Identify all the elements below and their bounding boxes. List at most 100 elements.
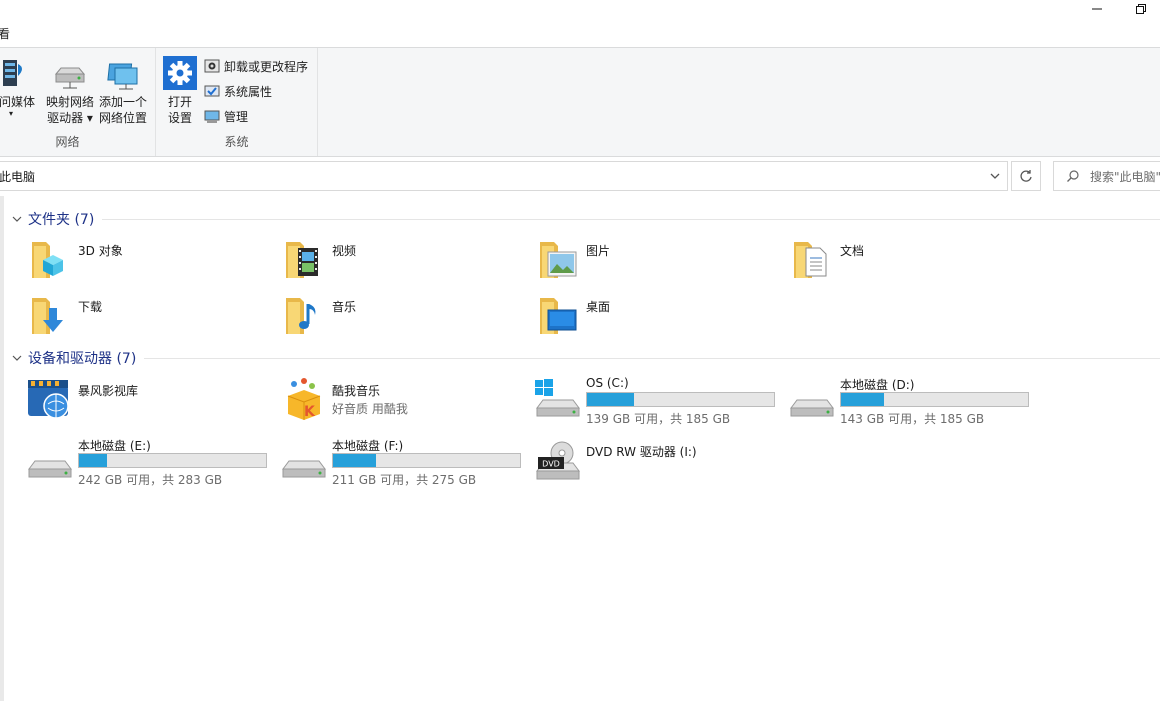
search-input[interactable]: 搜索"此电脑" (1053, 161, 1160, 191)
chevron-down-icon (12, 216, 22, 222)
hard-drive-icon (28, 460, 72, 478)
map-drive-label-1: 映射网络 (45, 95, 94, 109)
device-item-baofeng-library[interactable]: 暴风影视库 (26, 376, 276, 428)
device-item-kuwo-music[interactable]: K 酷我音乐 好音质 用酷我 (280, 376, 530, 428)
app-name: 酷我音乐 (332, 384, 381, 398)
3d-objects-folder-icon (32, 242, 63, 278)
chevron-down-icon (12, 355, 22, 361)
section-divider (144, 357, 1160, 359)
drive-item-f[interactable]: 本地磁盘 (F:) 211 GB 可用，共 275 GB (280, 437, 530, 489)
manage-label: 管理 (224, 109, 249, 124)
folder-name: 3D 对象 (78, 244, 123, 258)
manage-button[interactable]: 管理 (204, 106, 248, 126)
drive-usage-bar (332, 453, 521, 468)
dropdown-arrow-icon: ▾ (8, 109, 13, 118)
folder-item-downloads[interactable]: 下载 (26, 292, 276, 344)
drive-free-space: 143 GB 可用，共 185 GB (840, 412, 985, 426)
address-bar-row: 此电脑 搜索"此电脑" (0, 157, 1160, 196)
address-path: 此电脑 (0, 169, 36, 184)
section-header-devices[interactable]: 设备和驱动器 (7) (10, 348, 1160, 368)
ribbon-tab-view[interactable]: 看 (0, 25, 10, 42)
access-media-label: 访问媒体 (0, 95, 35, 109)
drive-item-dvd[interactable]: DVD DVD RW 驱动器 (I:) (534, 437, 784, 489)
music-folder-icon (286, 298, 316, 334)
navigation-pane-edge (0, 196, 4, 701)
ribbon: 访问媒体 ▾ 映射网络 驱动器 ▾ (0, 47, 1160, 157)
chevron-down-icon[interactable] (987, 168, 1003, 184)
drive-name: DVD RW 驱动器 (I:) (586, 445, 697, 459)
folder-item-videos[interactable]: 视频 (280, 236, 530, 288)
svg-text:DVD: DVD (542, 460, 560, 469)
restore-icon (1136, 4, 1146, 14)
refresh-button[interactable] (1011, 161, 1041, 191)
ribbon-group-network: 访问媒体 ▾ 映射网络 驱动器 ▾ (0, 48, 156, 156)
network-drive-icon (54, 67, 86, 89)
folder-item-3d-objects[interactable]: 3D 对象 (26, 236, 276, 288)
drive-item-e[interactable]: 本地磁盘 (E:) 242 GB 可用，共 283 GB (26, 437, 276, 489)
search-placeholder: 搜索"此电脑" (1090, 169, 1160, 184)
drive-name: OS (C:) (586, 376, 629, 390)
map-drive-label-2: 驱动器 ▾ (47, 111, 93, 125)
drive-free-space: 139 GB 可用，共 185 GB (586, 412, 731, 426)
add-location-label-2: 网络位置 (98, 111, 147, 125)
folder-item-pictures[interactable]: 图片 (534, 236, 784, 288)
system-properties-button[interactable]: 系统属性 (204, 81, 272, 101)
minimize-icon (1092, 8, 1102, 10)
drive-usage-bar (586, 392, 775, 407)
add-network-location-button[interactable]: 添加一个 网络位置 (96, 52, 150, 130)
folder-item-desktop[interactable]: 桌面 (534, 292, 784, 344)
open-settings-button[interactable]: 打开 设置 (162, 52, 198, 130)
section-divider (102, 218, 1160, 220)
computer-management-icon (204, 110, 220, 123)
drive-usage-bar (78, 453, 267, 468)
baofeng-library-icon (28, 380, 69, 419)
network-location-icon (107, 63, 138, 90)
uninstall-icon (204, 59, 220, 73)
drive-usage-fill (333, 454, 376, 467)
kuwo-music-icon: K (287, 378, 321, 420)
access-media-button[interactable]: 访问媒体 ▾ (0, 52, 42, 130)
drive-name: 本地磁盘 (F:) (332, 439, 404, 453)
folder-name: 文档 (840, 244, 865, 258)
uninstall-label: 卸载或更改程序 (224, 59, 309, 74)
drive-name: 本地磁盘 (D:) (840, 378, 915, 392)
map-network-drive-button[interactable]: 映射网络 驱动器 ▾ (44, 52, 96, 130)
address-bar[interactable]: 此电脑 (0, 161, 1008, 191)
app-subtitle: 好音质 用酷我 (332, 402, 408, 416)
search-icon (1067, 170, 1079, 182)
drive-item-d[interactable]: 本地磁盘 (D:) 143 GB 可用，共 185 GB (788, 376, 1038, 428)
downloads-folder-icon (32, 298, 63, 334)
media-server-icon (3, 60, 22, 86)
dvd-drive-icon: DVD (536, 441, 580, 480)
drive-usage-fill (79, 454, 108, 467)
folder-item-documents[interactable]: 文档 (788, 236, 1038, 288)
add-location-label-1: 添加一个 (98, 95, 147, 109)
section-header-folders[interactable]: 文件夹 (7) (10, 209, 1160, 229)
folder-item-music[interactable]: 音乐 (280, 292, 530, 344)
app-name: 暴风影视库 (78, 384, 139, 398)
uninstall-programs-button[interactable]: 卸载或更改程序 (204, 56, 308, 76)
section-title-devices: 设备和驱动器 (7) (28, 351, 137, 367)
pictures-folder-icon (540, 242, 577, 278)
section-title-folders: 文件夹 (7) (28, 212, 95, 228)
restore-button[interactable] (1118, 0, 1160, 18)
ribbon-group-system: 打开 设置 卸载或更改程序 系统属性 管理 系统 (156, 48, 318, 156)
hard-drive-icon (282, 460, 326, 478)
drive-usage-fill (587, 393, 634, 406)
open-settings-label-1: 打开 (167, 95, 192, 109)
svg-text:K: K (304, 404, 316, 420)
title-bar: 看 (0, 0, 1160, 47)
windows-system-drive-icon (535, 379, 580, 417)
content-pane: 文件夹 (7) 3D 对象 视频 图片 文档 下载 音乐 桌面 设备和驱动器 (… (0, 196, 1160, 705)
hard-drive-icon (790, 399, 834, 417)
ribbon-group-caption-system: 系统 (224, 135, 249, 149)
drive-name: 本地磁盘 (E:) (78, 439, 151, 453)
documents-folder-icon (794, 242, 827, 278)
folder-name: 视频 (332, 244, 357, 258)
system-properties-icon (204, 85, 220, 97)
refresh-icon (1020, 170, 1032, 182)
folder-name: 桌面 (586, 300, 611, 314)
drive-item-c[interactable]: OS (C:) 139 GB 可用，共 185 GB (534, 376, 784, 428)
minimize-button[interactable] (1074, 0, 1120, 18)
folder-name: 图片 (586, 244, 611, 258)
